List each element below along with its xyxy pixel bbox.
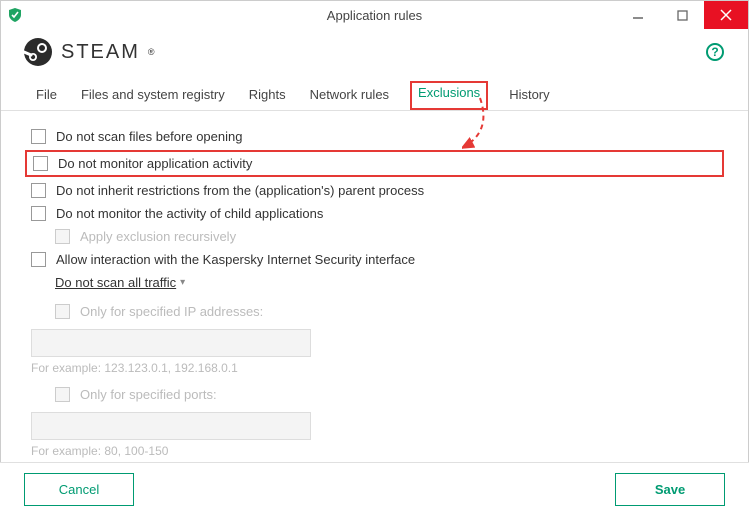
checkbox[interactable] <box>31 183 46 198</box>
footer: Cancel Save <box>0 462 749 516</box>
option-only-ip: Only for specified IP addresses: <box>31 300 718 323</box>
tab-bar: File Files and system registry Rights Ne… <box>1 67 748 111</box>
option-no-monitor-activity[interactable]: Do not monitor application activity <box>25 150 724 177</box>
ports-hint: For example: 80, 100-150 <box>31 444 718 458</box>
option-label: Only for specified IP addresses: <box>80 304 263 319</box>
registered-icon: ® <box>148 47 155 57</box>
tab-rights[interactable]: Rights <box>246 83 289 110</box>
titlebar: Application rules <box>1 1 748 29</box>
ip-input-group: For example: 123.123.0.1, 192.168.0.1 <box>31 329 718 375</box>
app-header: STEAM ® ? <box>1 29 748 67</box>
checkbox[interactable] <box>33 156 48 171</box>
checkbox <box>55 229 70 244</box>
ports-input-group: For example: 80, 100-150 <box>31 412 718 458</box>
option-no-inherit-restrictions[interactable]: Do not inherit restrictions from the (ap… <box>31 179 718 202</box>
steam-icon <box>23 37 53 67</box>
checkbox[interactable] <box>31 252 46 267</box>
help-icon[interactable]: ? <box>706 43 724 61</box>
option-no-monitor-child[interactable]: Do not monitor the activity of child app… <box>31 202 718 225</box>
tab-history[interactable]: History <box>506 83 552 110</box>
option-label: Do not scan files before opening <box>56 129 242 144</box>
option-label: Allow interaction with the Kaspersky Int… <box>56 252 415 267</box>
maximize-button[interactable] <box>660 1 704 29</box>
option-apply-recursively: Apply exclusion recursively <box>31 225 718 248</box>
option-only-ports: Only for specified ports: <box>31 383 718 406</box>
option-no-scan-before-open[interactable]: Do not scan files before opening <box>31 125 718 148</box>
option-label: Apply exclusion recursively <box>80 229 236 244</box>
option-no-scan-traffic[interactable]: Do not scan all traffic ▾ <box>31 271 718 294</box>
tab-network[interactable]: Network rules <box>307 83 392 110</box>
app-name: STEAM <box>61 41 140 64</box>
tab-file[interactable]: File <box>33 83 60 110</box>
ip-hint: For example: 123.123.0.1, 192.168.0.1 <box>31 361 718 375</box>
chevron-down-icon: ▾ <box>180 277 185 288</box>
save-button[interactable]: Save <box>615 473 725 506</box>
steam-logo: STEAM ® <box>23 37 155 67</box>
close-button[interactable] <box>704 1 748 29</box>
option-label: Do not monitor the activity of child app… <box>56 206 323 221</box>
ports-input <box>31 412 311 440</box>
option-label: Do not monitor application activity <box>58 156 252 171</box>
checkbox <box>55 387 70 402</box>
tab-registry[interactable]: Files and system registry <box>78 83 228 110</box>
checkbox <box>55 304 70 319</box>
tab-exclusions[interactable]: Exclusions <box>410 81 488 110</box>
option-allow-interaction[interactable]: Allow interaction with the Kaspersky Int… <box>31 248 718 271</box>
shield-icon <box>7 7 23 23</box>
cancel-button[interactable]: Cancel <box>24 473 134 506</box>
checkbox[interactable] <box>31 206 46 221</box>
exclusions-panel: Do not scan files before opening Do not … <box>1 111 748 476</box>
option-label: Only for specified ports: <box>80 387 217 402</box>
ip-addresses-input <box>31 329 311 357</box>
scan-traffic-dropdown[interactable]: Do not scan all traffic <box>55 275 176 290</box>
minimize-button[interactable] <box>616 1 660 29</box>
checkbox[interactable] <box>31 129 46 144</box>
option-label: Do not inherit restrictions from the (ap… <box>56 183 424 198</box>
